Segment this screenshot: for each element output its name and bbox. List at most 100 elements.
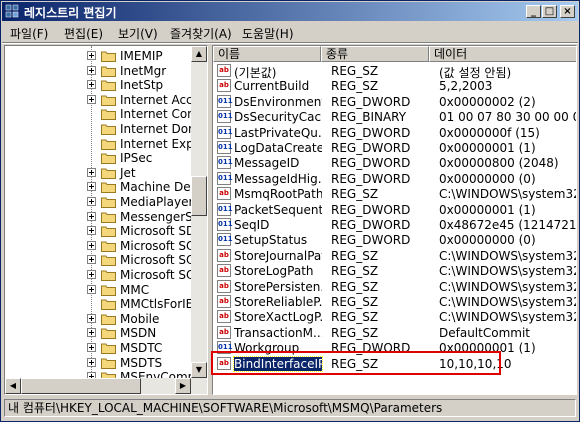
- status-path: 내 컴퓨터\HKEY_LOCAL_MACHINE\SOFTWARE\Micros…: [8, 401, 443, 415]
- value-row[interactable]: 011 MessageID REG_DWORD 0x00000800 (2048): [213, 155, 576, 170]
- tree-item[interactable]: Internet Conne: [5, 106, 207, 122]
- value-row[interactable]: abStoreJournalPath REG_SZ C:\WINDOWS\syste…: [213, 248, 576, 263]
- value-data: 5,2,2003: [439, 79, 493, 94]
- tree-item[interactable]: IMEMIP: [5, 48, 193, 64]
- folder-icon: [101, 182, 116, 194]
- maximize-button[interactable]: □: [542, 5, 557, 18]
- tree-item[interactable]: Microsoft SQL: [5, 238, 202, 254]
- binary-value-icon: 011: [217, 202, 233, 216]
- tree-item[interactable]: InetMgr: [5, 63, 193, 79]
- minimize-button[interactable]: _: [526, 5, 541, 18]
- expand-icon[interactable]: [87, 211, 96, 221]
- value-name: StorePersisten...: [234, 279, 322, 294]
- value-row[interactable]: 011SeqID REG_DWORD 0x48672e45 (1214721605): [213, 217, 576, 232]
- value-type: REG_SZ: [331, 187, 379, 202]
- tree-vscroll-thumb[interactable]: [191, 176, 207, 216]
- column-header-name[interactable]: 이름: [213, 46, 321, 62]
- expand-icon[interactable]: [87, 284, 96, 294]
- expand-icon[interactable]: [87, 51, 96, 60]
- expand-icon[interactable]: [87, 357, 96, 367]
- tree-item[interactable]: MessengerSe: [5, 209, 200, 225]
- value-type: REG_SZ: [331, 248, 379, 263]
- tree-item[interactable]: Microsoft SQL: [5, 267, 202, 283]
- tree-item[interactable]: MMCtlsForIE: [5, 296, 193, 312]
- value-name: LastPrivateQu...: [234, 125, 322, 140]
- key-tree-pane[interactable]: IMEMIP InetMgr InetStp Internet Accou Intern…: [4, 45, 208, 395]
- tree-item[interactable]: Internet Doma: [5, 121, 207, 137]
- tree-item[interactable]: MSDN: [5, 325, 193, 341]
- scroll-left-button[interactable]: ◀: [5, 378, 21, 394]
- values-list-pane[interactable]: 이름 종류 데이터 ab (기본값) REG_SZ (값 설정 안됨) ab Curren…: [212, 45, 577, 395]
- column-header-data[interactable]: 데이터: [429, 46, 576, 62]
- value-row[interactable]: 011 DsEnvironment REG_DWORD 0x00000002 (2): [213, 94, 576, 109]
- expand-icon[interactable]: [87, 167, 96, 177]
- string-value-icon: ab: [217, 310, 231, 324]
- tree-item[interactable]: Microsoft SQL: [5, 252, 202, 268]
- tree-hscroll-thumb[interactable]: [21, 378, 141, 394]
- tree-item[interactable]: Internet Accou: [5, 92, 207, 108]
- expand-icon[interactable]: [87, 226, 96, 236]
- expand-icon[interactable]: [87, 240, 96, 250]
- value-row[interactable]: ab StoreXactLogP... REG_SZ C:\WINDOWS\syste…: [213, 309, 576, 324]
- scroll-up-button[interactable]: ▲: [191, 46, 207, 62]
- menu-help[interactable]: 도움말(H): [242, 25, 294, 42]
- tree-item[interactable]: Machine Debu: [5, 179, 206, 195]
- value-row[interactable]: ab MsmqRootPath REG_SZ C:\WINDOWS\system32: [213, 186, 576, 201]
- tree-item[interactable]: Mobile: [5, 311, 193, 327]
- value-row[interactable]: 011 MessageIdHig... REG_DWORD 0x00000000 (0…: [213, 171, 576, 186]
- maximize-icon: □: [544, 6, 555, 17]
- tree-item[interactable]: InetStp: [5, 77, 193, 93]
- value-row[interactable]: ab TransactionM... REG_SZ DefaultCommit: [213, 325, 576, 340]
- value-row[interactable]: 011PacketSequent... REG_DWORD 0x00000001 (…: [213, 202, 576, 217]
- tree-horizontal-scrollbar[interactable]: ◀ ▶: [5, 378, 207, 394]
- menu-edit[interactable]: 편집(E): [64, 25, 103, 42]
- value-row[interactable]: 011 LastPrivateQu... REG_DWORD 0x0000000f (…: [213, 125, 576, 140]
- binary-value-icon: 011: [217, 125, 233, 139]
- title-bar[interactable]: 레지스트리 편집기 _ □ ×: [2, 2, 578, 21]
- value-row[interactable]: abStorePersisten... REG_SZ C:\WINDOWS\syst…: [213, 279, 576, 294]
- expand-icon[interactable]: [87, 270, 96, 279]
- value-data: C:\WINDOWS\system32: [439, 310, 577, 325]
- menu-file[interactable]: 파일(F): [10, 25, 48, 42]
- minimize-icon: _: [531, 6, 536, 17]
- value-row[interactable]: ab CurrentBuild REG_SZ 5,2,2003: [213, 78, 576, 93]
- expand-icon[interactable]: [87, 94, 96, 104]
- expand-icon[interactable]: [87, 197, 96, 206]
- scroll-right-button[interactable]: ▶: [175, 378, 191, 394]
- tree-item[interactable]: Jet: [5, 165, 193, 181]
- expand-icon[interactable]: [87, 80, 96, 90]
- scroll-down-button[interactable]: ▼: [191, 362, 207, 378]
- folder-icon: [101, 139, 116, 150]
- tree-item[interactable]: MMC: [5, 282, 193, 298]
- value-row[interactable]: ab StoreLogPath REG_SZ C:\WINDOWS\system32: [213, 263, 576, 278]
- value-row[interactable]: ab StoreReliableP... REG_SZ C:\WINDOWS\syst…: [213, 294, 576, 309]
- expand-icon[interactable]: [87, 313, 96, 323]
- string-value-icon: ab: [217, 187, 231, 201]
- value-row[interactable]: ab (기본값) REG_SZ (값 설정 안됨): [213, 63, 576, 80]
- value-row[interactable]: 011 LogDataCreated REG_DWORD 0x00000001 (1): [213, 140, 576, 155]
- close-icon: ×: [563, 6, 572, 17]
- menu-favorites[interactable]: 즐겨찾기(A): [170, 25, 232, 42]
- expand-icon[interactable]: [87, 65, 96, 75]
- folder-icon: [101, 285, 116, 296]
- value-type: REG_DWORD: [331, 218, 411, 232]
- tree-vertical-scrollbar[interactable]: ▲ ▼: [191, 46, 207, 378]
- tree-item[interactable]: IPSec: [5, 150, 193, 166]
- value-row[interactable]: 011 SetupStatus REG_DWORD 0x00000000 (0): [213, 232, 576, 247]
- expand-icon[interactable]: [87, 328, 96, 338]
- tree-item[interactable]: MediaPlayer: [5, 194, 193, 210]
- close-button[interactable]: ×: [560, 5, 575, 18]
- tree-item[interactable]: MSDTS: [5, 355, 193, 371]
- expand-icon[interactable]: [87, 343, 96, 352]
- tree-item[interactable]: Microsoft SDK: [5, 223, 203, 239]
- tree-item[interactable]: MSDTC: [5, 340, 193, 356]
- tree-item[interactable]: Internet Explo: [5, 136, 204, 152]
- value-type: REG_DWORD: [331, 141, 411, 155]
- value-row[interactable]: 011DsSecurityCac... REG_BINARY 01 00 07 80…: [213, 109, 576, 124]
- column-header-type[interactable]: 종류: [321, 46, 429, 62]
- menu-view[interactable]: 보기(V): [118, 25, 158, 42]
- registry-editor-window: 레지스트리 편집기 _ □ × 파일(F) 편집(E) 보기(V) 즐겨찾기(A…: [0, 0, 580, 422]
- expand-icon[interactable]: [87, 182, 96, 192]
- expand-icon[interactable]: [87, 255, 96, 265]
- folder-icon: [101, 270, 116, 281]
